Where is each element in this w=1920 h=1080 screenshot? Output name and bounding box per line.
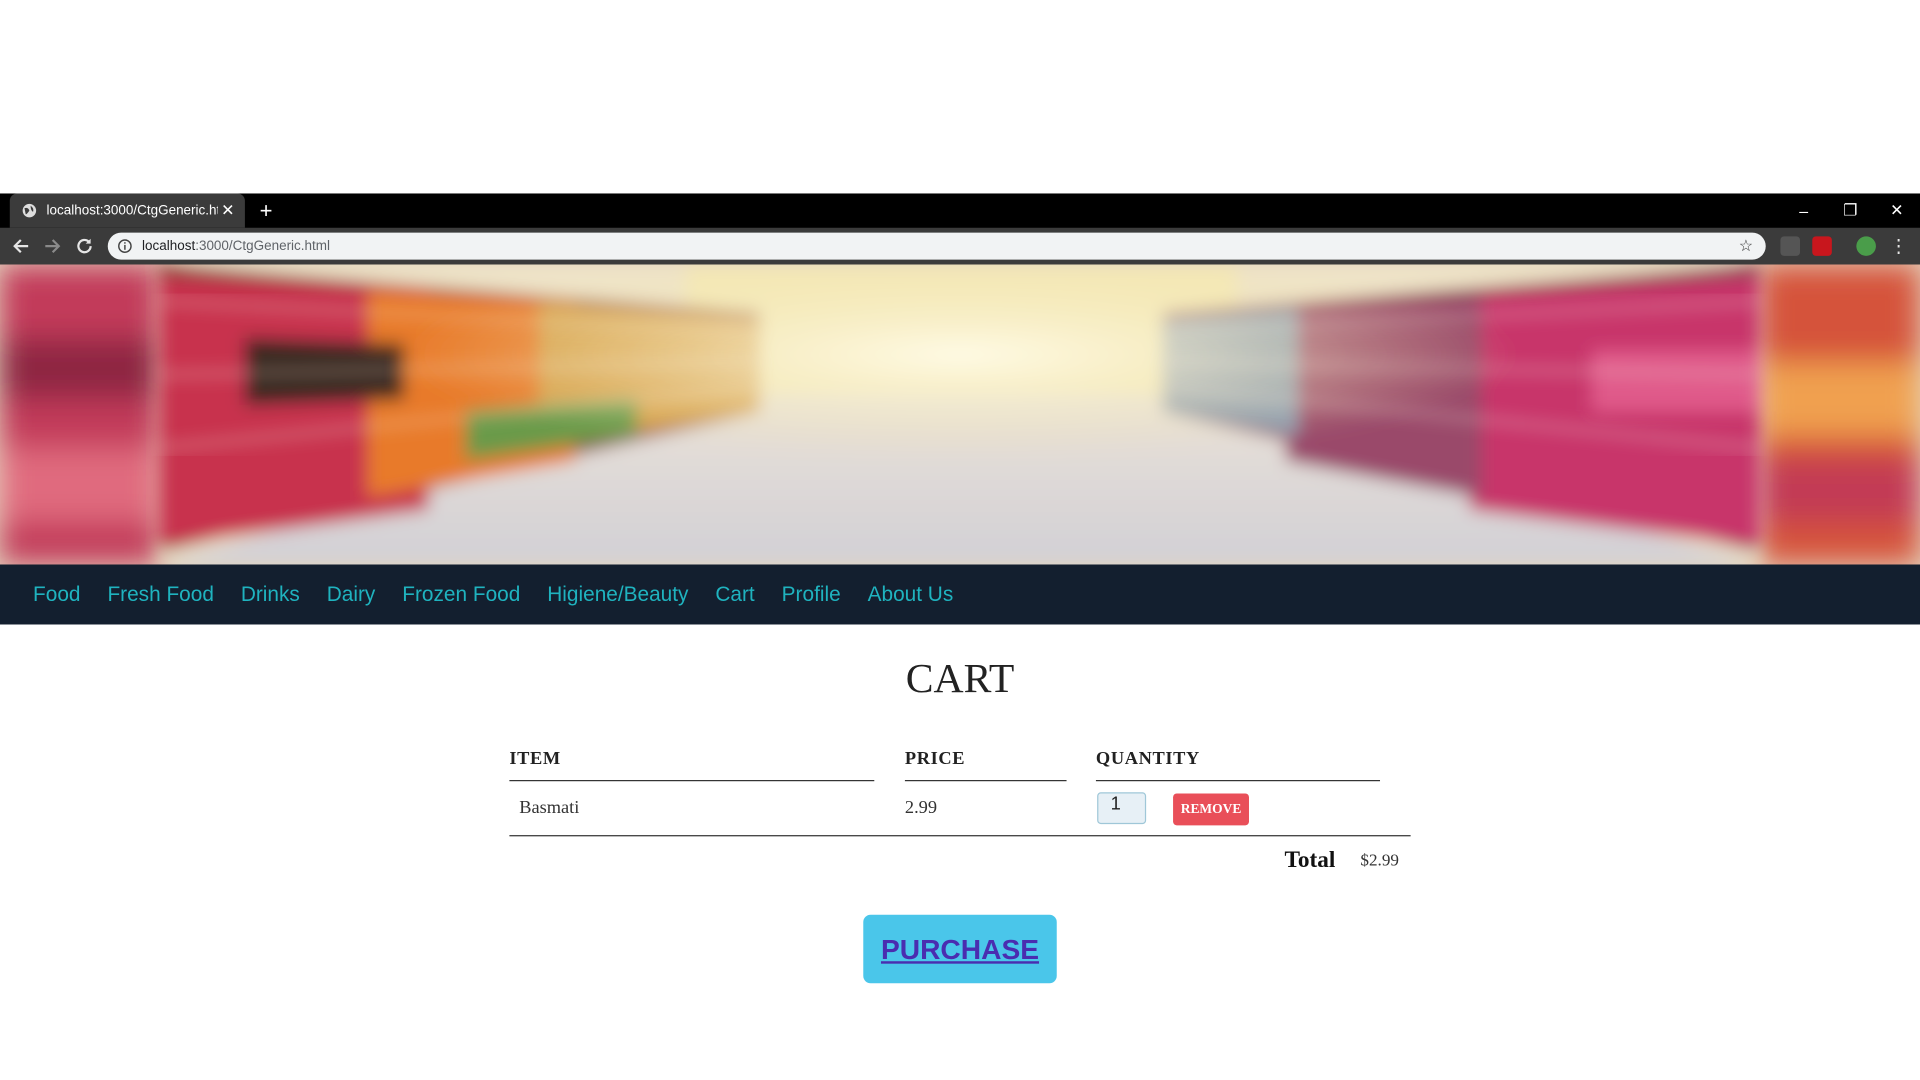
header-divider	[1095, 780, 1381, 782]
cart-item-name: Basmati	[519, 798, 580, 818]
screenshot-stage: localhost:3000/CtgGeneric.html ✕ + – ❐ ✕	[0, 0, 1920, 1079]
quantity-input[interactable]: 1	[1097, 792, 1147, 825]
nav-item-about-us[interactable]: About Us	[868, 582, 954, 606]
nav-item-profile[interactable]: Profile	[782, 582, 841, 606]
info-icon[interactable]	[118, 239, 133, 254]
camera-extension-icon[interactable]	[1780, 236, 1801, 256]
back-icon[interactable]	[10, 235, 32, 257]
nav-item-fresh-food[interactable]: Fresh Food	[107, 582, 213, 606]
browser-chrome: localhost:3000/CtgGeneric.html ✕ + – ❐ ✕	[0, 193, 1920, 265]
nav-item-food[interactable]: Food	[33, 582, 80, 606]
nav-item-dairy[interactable]: Dairy	[327, 582, 376, 606]
cart-item-price: 2.99	[904, 798, 938, 818]
url-text: localhost:3000/CtgGeneric.html	[142, 238, 330, 254]
reload-icon[interactable]	[73, 235, 95, 257]
page-title: CART	[905, 656, 1015, 702]
nav-item-drinks[interactable]: Drinks	[241, 582, 300, 606]
nav-item-frozen-food[interactable]: Frozen Food	[402, 582, 520, 606]
supermarket-banner	[0, 264, 1920, 565]
address-bar[interactable]: localhost:3000/CtgGeneric.html ☆	[107, 232, 1766, 260]
row-divider	[509, 835, 1411, 837]
column-header-price: PRICE	[904, 749, 966, 769]
header-divider	[904, 780, 1067, 782]
close-window-button[interactable]: ✕	[1873, 193, 1920, 227]
total-label: Total	[1284, 847, 1336, 874]
browser-tab[interactable]: localhost:3000/CtgGeneric.html ✕	[9, 193, 245, 228]
category-navbar: Food Fresh Food Drinks Dairy Frozen Food…	[0, 564, 1920, 625]
nav-item-higiene-beauty[interactable]: Higiene/Beauty	[547, 582, 688, 606]
profile-avatar-icon[interactable]	[1856, 236, 1876, 256]
tab-title: localhost:3000/CtgGeneric.html	[46, 203, 218, 218]
forward-icon[interactable]	[42, 235, 64, 257]
column-header-quantity: QUANTITY	[1095, 749, 1200, 769]
new-tab-button[interactable]: +	[260, 198, 273, 224]
column-header-item: ITEM	[509, 749, 561, 769]
purchase-label: PURCHASE	[880, 932, 1040, 965]
remove-button[interactable]: REMOVE	[1173, 793, 1249, 826]
globe-icon	[22, 203, 37, 218]
menu-icon[interactable]: ⋮	[1889, 235, 1907, 257]
window-controls: – ❐ ✕	[1780, 193, 1920, 227]
supermarket-aisle-image	[0, 264, 1920, 565]
browser-toolbar: localhost:3000/CtgGeneric.html ☆ ⋮	[0, 227, 1920, 265]
header-divider	[509, 780, 875, 782]
total-value: $2.99	[1360, 852, 1399, 871]
minimize-button[interactable]: –	[1780, 193, 1827, 227]
nav-item-cart[interactable]: Cart	[715, 582, 754, 606]
adblock-extension-icon[interactable]	[1812, 236, 1832, 256]
star-icon[interactable]: ☆	[1739, 236, 1756, 256]
tab-close-icon[interactable]: ✕	[218, 201, 238, 221]
restore-button[interactable]: ❐	[1827, 193, 1874, 227]
purchase-button[interactable]: PURCHASE	[863, 914, 1057, 984]
